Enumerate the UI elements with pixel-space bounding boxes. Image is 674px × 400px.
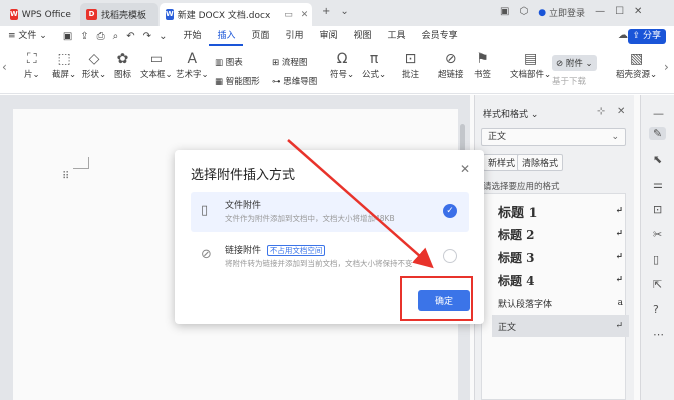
highlight-box — [400, 276, 473, 321]
annotation-arrow — [287, 139, 434, 269]
